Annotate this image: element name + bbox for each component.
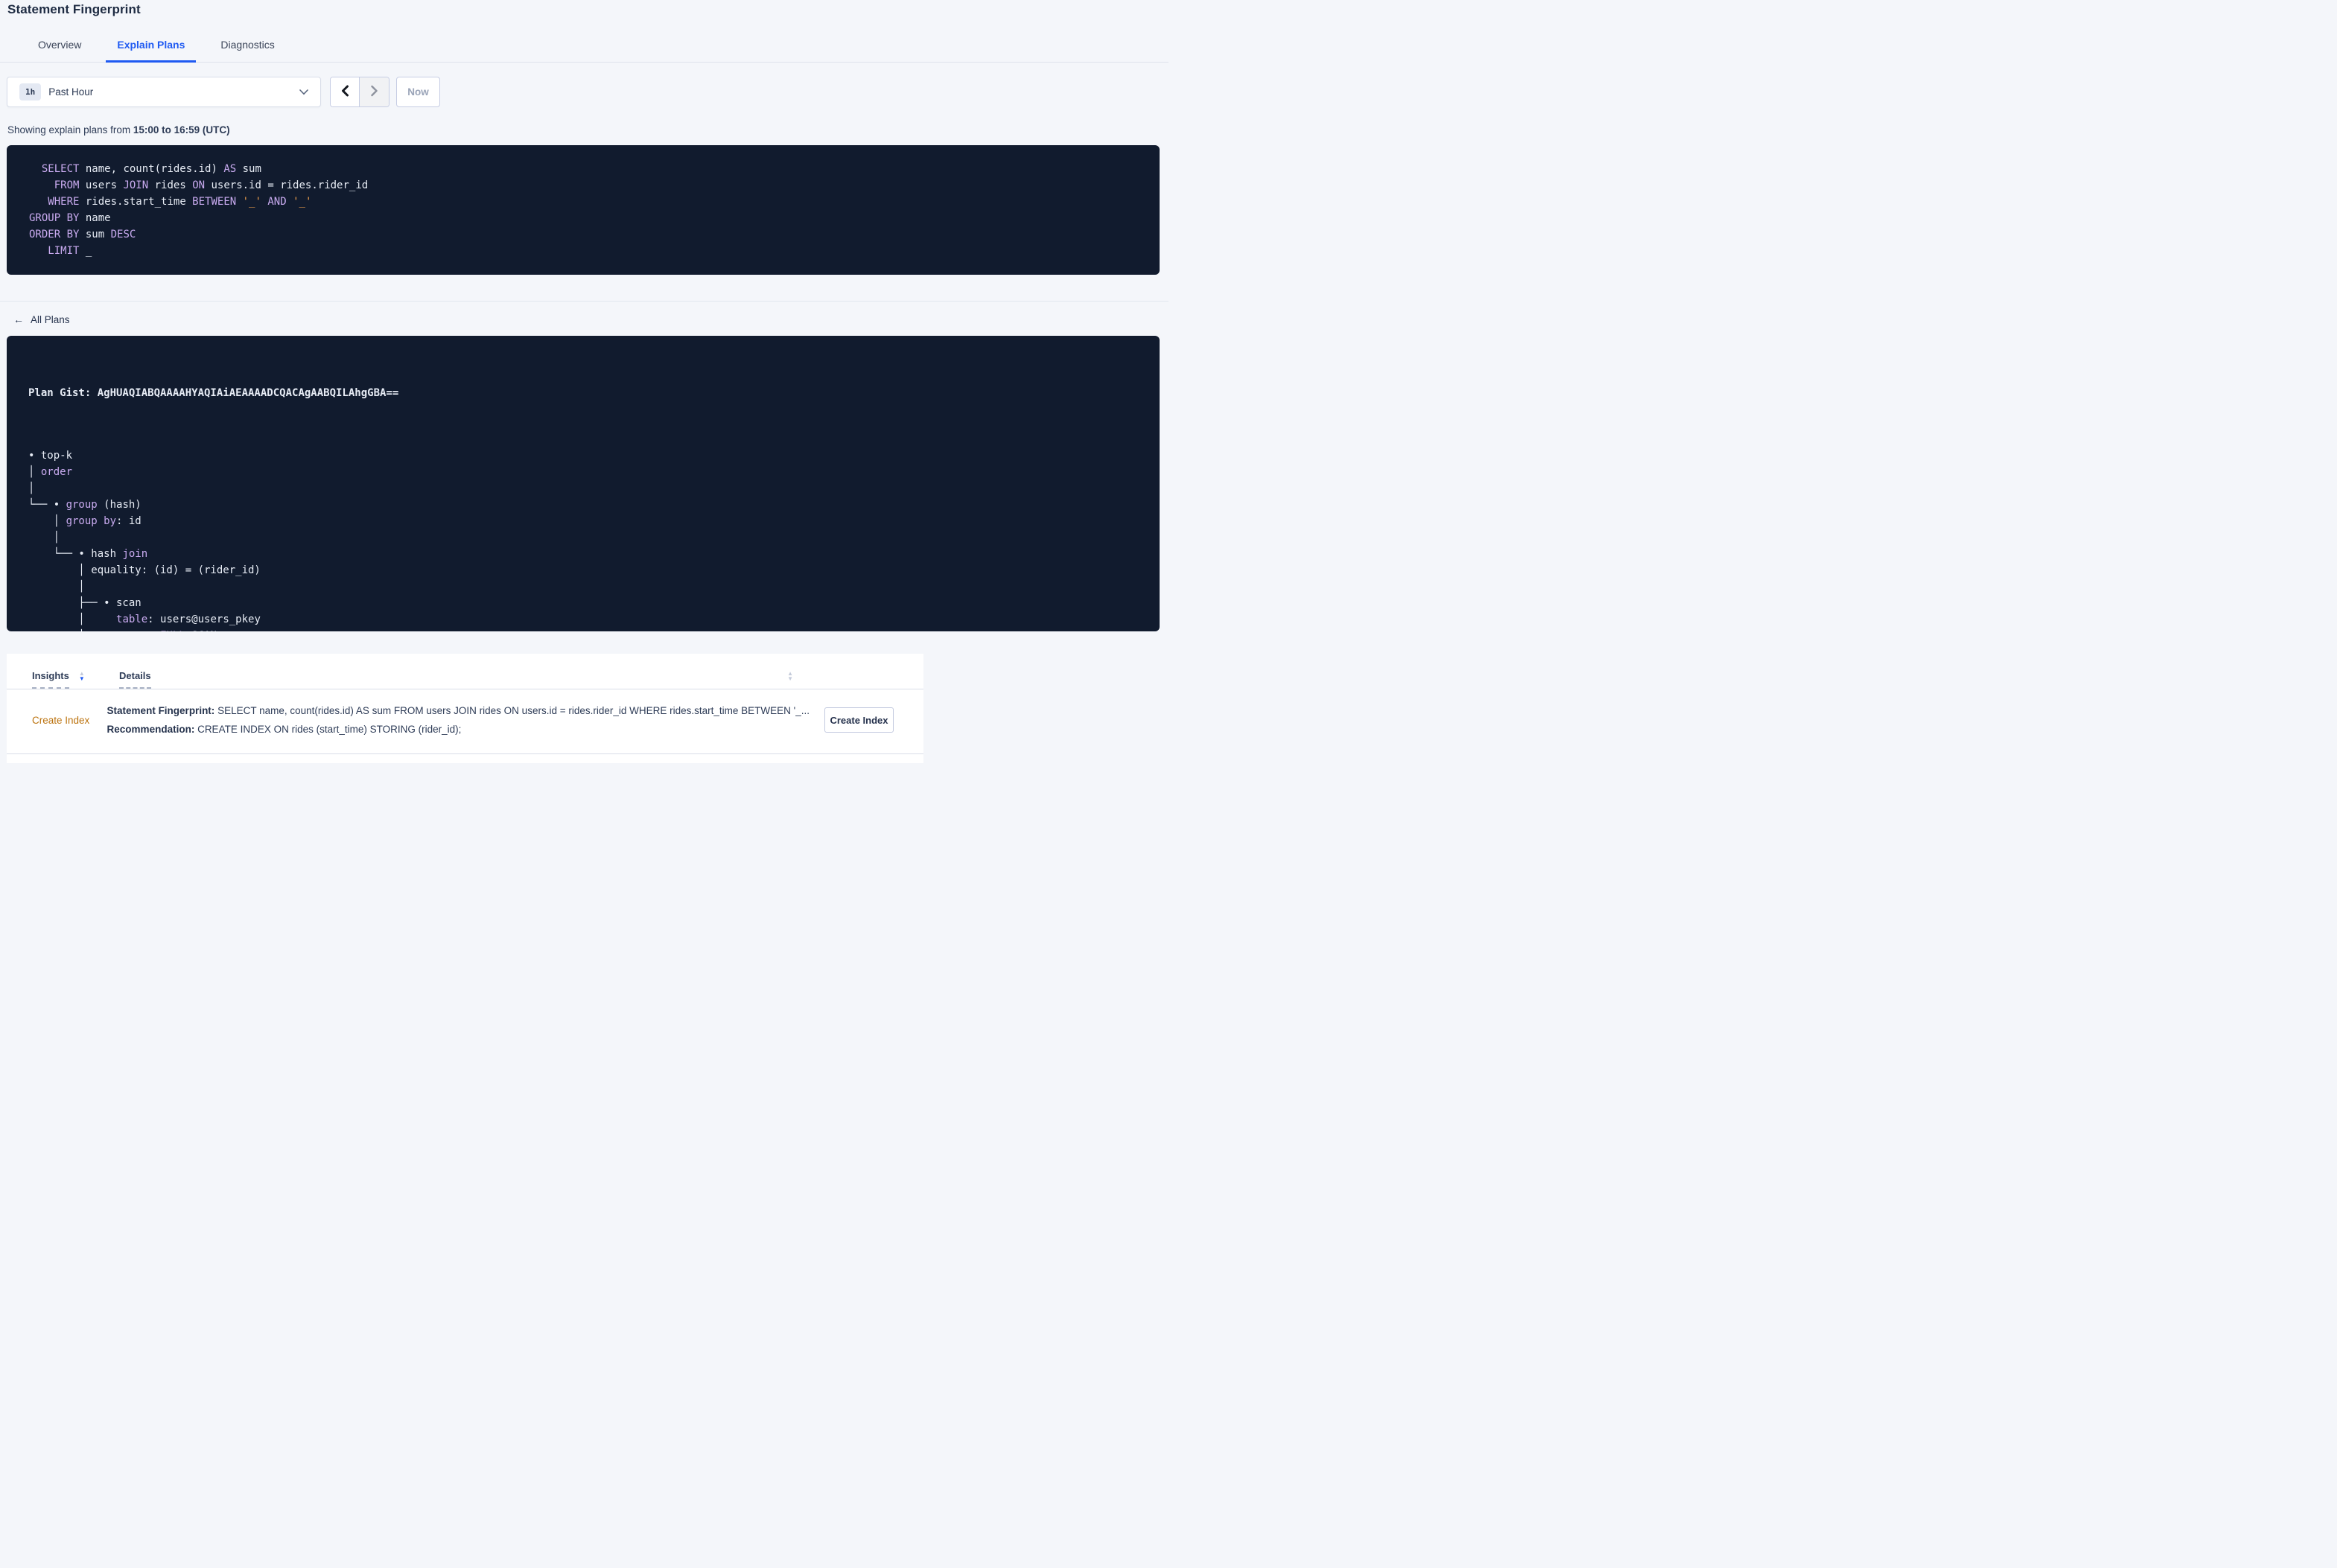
recommendation-line: Recommendation: CREATE INDEX ON rides (s… [107,720,810,739]
chevron-right-icon [370,85,378,99]
insights-table-header: Insights ▲ ▼ Details ▲ ▼ [7,654,923,689]
all-plans-label: All Plans [31,313,70,325]
tab-explain-plans[interactable]: Explain Plans [106,33,197,63]
showing-range-text: Showing explain plans from 15:00 to 16:5… [7,124,1168,136]
column-header-insights[interactable]: Insights ▲ ▼ [32,670,119,689]
sort-icon-details[interactable]: ▲ ▼ [787,671,793,682]
tab-diagnostics[interactable]: Diagnostics [209,33,285,63]
showing-range: 15:00 to 16:59 (UTC) [133,124,230,136]
back-arrow-icon: ← [13,313,24,325]
chevron-left-icon [341,85,349,99]
card-bottom-padding [7,754,923,763]
statement-fingerprint-label: Statement Fingerprint: [106,705,215,716]
plan-gist-value: AgHUAQIABQAAAAHYAQIAiAEAAAADCQACAgAABQIL… [97,387,399,399]
insights-header-label: Insights [32,670,69,689]
time-range-badge: 1h [19,83,42,101]
table-row: Create Index Statement Fingerprint: SELE… [7,689,923,754]
time-controls: 1h Past Hour Now [7,77,1168,107]
statement-fingerprint-page: Statement Fingerprint Overview Explain P… [0,0,1168,784]
sort-down-arrow-icon: ▼ [78,675,85,682]
section-divider [0,301,1168,302]
all-plans-link[interactable]: ← All Plans [13,313,70,325]
time-range-label: Past Hour [48,86,94,98]
recommendation-label: Recommendation: [106,724,195,735]
sort-down-arrow-icon: ▼ [787,675,793,682]
next-time-button[interactable] [360,77,389,106]
insight-type-link[interactable]: Create Index [32,715,107,726]
plan-gist-label: Plan Gist: [28,387,98,399]
recommendation-text: CREATE INDEX ON rides (start_time) STORI… [194,724,462,735]
chevron-down-icon [299,89,308,95]
time-range-dropdown[interactable]: 1h Past Hour [7,77,321,107]
page-title: Statement Fingerprint [7,2,141,16]
tab-overview[interactable]: Overview [27,33,92,63]
statement-fingerprint-line: Statement Fingerprint: SELECT name, coun… [107,701,810,720]
now-button[interactable]: Now [396,77,440,107]
plan-tree: • top-k │ order │ └── • group (hash) │ grou… [28,450,261,631]
sql-statement-box: SELECT name, count(rides.id) AS sum FROM… [7,145,1160,275]
sort-icon-insights[interactable]: ▲ ▼ [79,671,85,689]
plan-gist-line: Plan Gist: AgHUAQIABQAAAAHYAQIAiAEAAAADC… [28,385,1160,401]
showing-prefix: Showing explain plans from [7,124,133,136]
time-step-group [330,77,390,107]
column-header-details[interactable]: Details [119,670,151,689]
plan-gist-box: Plan Gist: AgHUAQIABQAAAAHYAQIAiAEAAAADC… [7,336,1160,631]
create-index-button[interactable]: Create Index [824,707,894,733]
tab-bar: Overview Explain Plans Diagnostics [0,33,1168,63]
statement-fingerprint-text: SELECT name, count(rides.id) AS sum FROM… [214,705,810,716]
insights-table: Insights ▲ ▼ Details ▲ ▼ Create Index St… [7,654,923,763]
insight-details-cell: Statement Fingerprint: SELECT name, coun… [107,701,810,739]
previous-time-button[interactable] [331,77,360,106]
details-header-label: Details [119,670,151,689]
